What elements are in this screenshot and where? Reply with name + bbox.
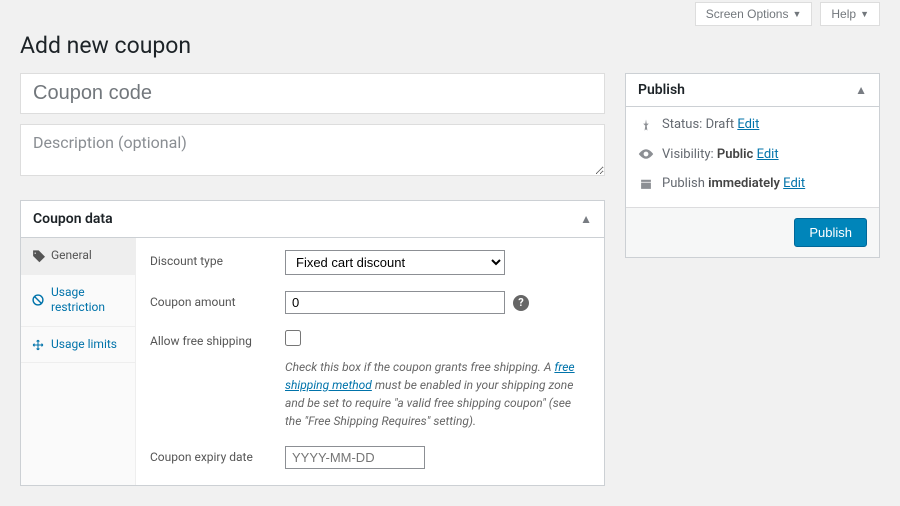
help-tooltip-icon[interactable]: ? bbox=[513, 295, 529, 311]
free-shipping-label: Allow free shipping bbox=[150, 330, 285, 348]
publish-header: Publish bbox=[638, 82, 685, 98]
edit-status-link[interactable]: Edit bbox=[737, 117, 759, 132]
help-label: Help bbox=[831, 7, 856, 21]
page-title: Add new coupon bbox=[20, 32, 880, 59]
status-row: Status: Draft Edit bbox=[662, 117, 759, 132]
schedule-row: Publish immediately Edit bbox=[662, 176, 805, 191]
ban-icon bbox=[31, 293, 45, 307]
tag-icon bbox=[31, 249, 45, 263]
tab-usage-restriction[interactable]: Usage restriction bbox=[21, 275, 135, 327]
free-shipping-checkbox[interactable] bbox=[285, 330, 301, 346]
tab-usage-limits[interactable]: Usage limits bbox=[21, 327, 135, 364]
publish-button[interactable]: Publish bbox=[794, 218, 867, 247]
discount-type-select[interactable]: Fixed cart discount bbox=[285, 250, 505, 275]
tab-usage-restriction-label: Usage restriction bbox=[51, 285, 125, 316]
screen-options-button[interactable]: Screen Options ▼ bbox=[695, 2, 813, 26]
expiry-date-label: Coupon expiry date bbox=[150, 446, 285, 464]
tab-general-label: General bbox=[51, 248, 92, 264]
free-shipping-description: Check this box if the coupon grants free… bbox=[285, 358, 575, 430]
coupon-amount-label: Coupon amount bbox=[150, 291, 285, 309]
coupon-tabs: General Usage restriction Usage limits bbox=[21, 238, 136, 485]
coupon-amount-input[interactable] bbox=[285, 291, 505, 314]
publish-panel: Publish ▲ Status: Draft Edit bbox=[625, 73, 880, 258]
tab-general[interactable]: General bbox=[21, 238, 135, 275]
caret-down-icon: ▼ bbox=[792, 9, 801, 19]
collapse-toggle-icon[interactable]: ▲ bbox=[580, 212, 592, 226]
screen-options-label: Screen Options bbox=[706, 7, 789, 21]
move-icon bbox=[31, 338, 45, 352]
edit-visibility-link[interactable]: Edit bbox=[757, 147, 779, 162]
caret-down-icon: ▼ bbox=[860, 9, 869, 19]
tab-usage-limits-label: Usage limits bbox=[51, 337, 117, 353]
pin-icon bbox=[638, 118, 654, 132]
eye-icon bbox=[638, 146, 654, 162]
coupon-code-input[interactable] bbox=[20, 73, 605, 114]
description-textarea[interactable] bbox=[20, 124, 605, 176]
discount-type-label: Discount type bbox=[150, 250, 285, 268]
coupon-data-header: Coupon data bbox=[33, 211, 113, 227]
coupon-data-panel: Coupon data ▲ General Usage re bbox=[20, 200, 605, 486]
visibility-row: Visibility: Public Edit bbox=[662, 147, 779, 162]
expiry-date-input[interactable] bbox=[285, 446, 425, 469]
edit-schedule-link[interactable]: Edit bbox=[783, 176, 805, 191]
collapse-toggle-icon[interactable]: ▲ bbox=[855, 83, 867, 97]
help-button[interactable]: Help ▼ bbox=[820, 2, 880, 26]
calendar-icon bbox=[638, 177, 654, 191]
